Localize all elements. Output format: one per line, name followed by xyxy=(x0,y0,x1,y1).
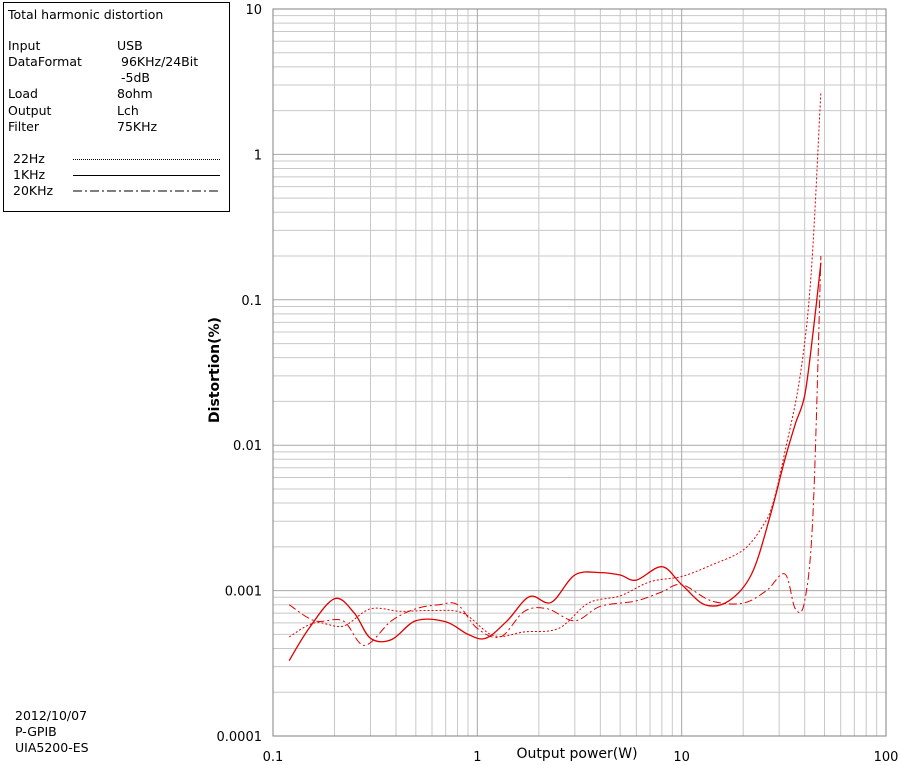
y-tick-label: 0.0001 xyxy=(217,730,263,745)
x-tick-label: 1 xyxy=(473,750,481,765)
x-axis-label: Output power(W) xyxy=(516,746,637,762)
y-tick-label: 0.001 xyxy=(225,585,262,600)
param-value-filter: 75KHz xyxy=(117,119,158,134)
measurement-instrument: UIA5200-ES xyxy=(15,740,89,755)
param-value-output: Lch xyxy=(117,103,139,118)
param-value-load: 8ohm xyxy=(117,86,153,101)
param-value-input: USB xyxy=(117,38,143,53)
major-gridlines xyxy=(272,8,887,737)
y-tick-label: 0.01 xyxy=(233,439,262,454)
series-line-22hz xyxy=(288,91,822,638)
y-axis-label: Distortion(%) xyxy=(207,317,223,423)
param-value-level: -5dB xyxy=(121,70,150,85)
x-tick-label: 0.1 xyxy=(263,750,284,765)
legend-title: Total harmonic distortion xyxy=(8,7,164,22)
plot-frame xyxy=(272,8,887,737)
legend-swatch-22hz xyxy=(73,159,220,160)
measurement-interface: P-GPIB xyxy=(15,724,57,739)
param-key-load: Load xyxy=(8,86,38,101)
legend-swatch-20khz xyxy=(73,190,221,192)
x-tick-label: 100 xyxy=(874,750,899,765)
legend-label-20khz: 20KHz xyxy=(13,183,54,198)
measurement-info: 2012/10/07 P-GPIB UIA5200-ES xyxy=(15,708,89,756)
y-tick-label: 10 xyxy=(245,3,262,18)
param-key-dataformat: DataFormat xyxy=(8,54,82,69)
param-value-dataformat: 96KHz/24Bit xyxy=(121,54,199,69)
param-key-output: Output xyxy=(8,103,52,118)
legend-label-1khz: 1KHz xyxy=(13,167,46,182)
legend-box: Total harmonic distortion Input USB Data… xyxy=(3,2,230,212)
y-tick-label: 0.1 xyxy=(241,294,262,309)
param-key-input: Input xyxy=(8,38,41,53)
y-tick-label: 1 xyxy=(254,148,262,163)
legend-label-22hz: 22Hz xyxy=(13,151,45,166)
minor-gridlines xyxy=(273,9,886,736)
legend-swatch-1khz xyxy=(73,175,220,176)
param-key-filter: Filter xyxy=(8,119,39,134)
x-tick-label: 10 xyxy=(673,750,690,765)
series-line-20khz xyxy=(288,255,822,646)
measurement-date: 2012/10/07 xyxy=(15,708,88,723)
